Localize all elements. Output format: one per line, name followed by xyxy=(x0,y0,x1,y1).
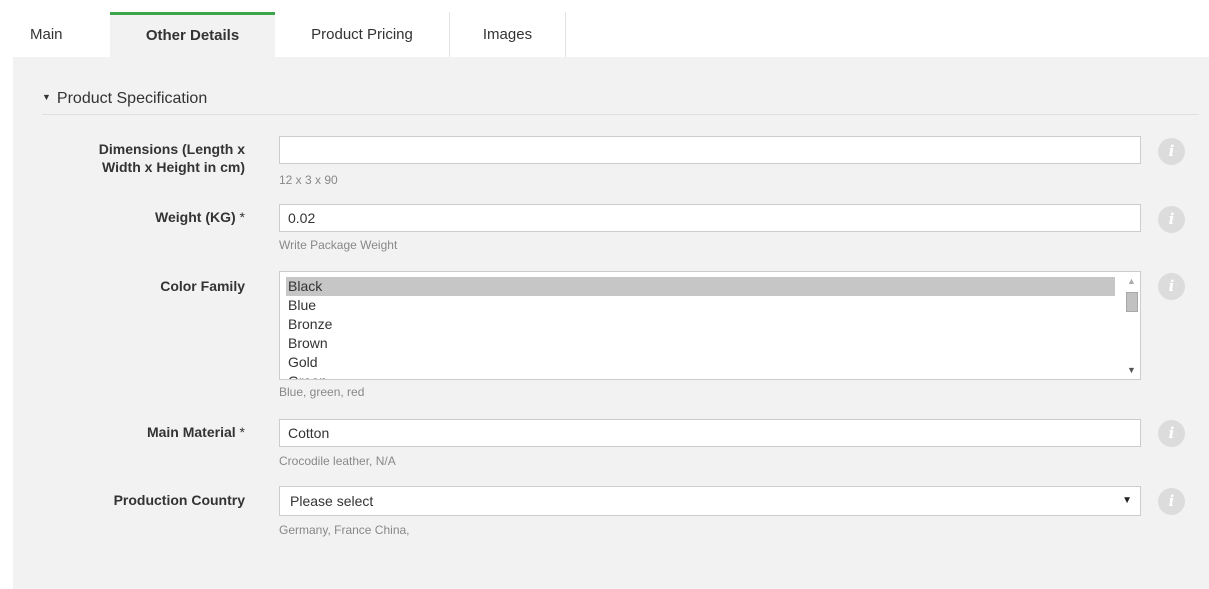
main-material-hint: Crocodile leather, N/A xyxy=(279,454,396,468)
production-country-info-icon[interactable]: i xyxy=(1158,488,1185,515)
weight-label: Weight (KG) * xyxy=(155,208,245,226)
chevron-down-icon: ▼ xyxy=(1122,495,1132,506)
main-material-info-icon[interactable]: i xyxy=(1158,420,1185,447)
production-country-value: Please select xyxy=(290,493,374,509)
product-edit-page: Main Other Details Product Pricing Image… xyxy=(0,0,1209,589)
production-country-select[interactable]: Please select ▼ xyxy=(279,486,1141,516)
dimensions-input[interactable] xyxy=(279,136,1141,164)
tab-other-details[interactable]: Other Details xyxy=(110,12,275,57)
dimensions-label: Dimensions (Length x Width x Height in c… xyxy=(99,140,245,176)
production-country-label: Production Country xyxy=(113,492,245,508)
section-title: Product Specification xyxy=(56,90,208,107)
color-option-gold[interactable]: Gold xyxy=(286,353,1115,372)
listbox-scrollbar[interactable]: ▲ ▼ xyxy=(1123,272,1140,379)
tab-images[interactable]: Images xyxy=(450,12,566,57)
tab-main[interactable]: Main xyxy=(13,12,110,57)
dimensions-label-line2: Width x Height in cm) xyxy=(102,159,245,175)
required-mark: * xyxy=(239,209,245,225)
triangle-down-icon: ▼ xyxy=(42,92,51,102)
scroll-down-arrow-icon[interactable]: ▼ xyxy=(1123,363,1140,377)
color-family-label: Color Family xyxy=(160,278,245,294)
main-material-input[interactable]: Cotton xyxy=(279,419,1141,447)
color-family-listbox[interactable]: Black Blue Bronze Brown Gold Green ▲ ▼ xyxy=(279,271,1141,380)
tab-product-pricing[interactable]: Product Pricing xyxy=(275,12,450,57)
color-family-hint: Blue, green, red xyxy=(279,385,365,399)
weight-hint: Write Package Weight xyxy=(279,238,398,252)
tab-bar: Main Other Details Product Pricing Image… xyxy=(13,12,566,57)
scrollbar-thumb[interactable] xyxy=(1126,292,1138,312)
section-divider xyxy=(42,114,1199,115)
main-material-label: Main Material * xyxy=(147,423,245,441)
color-option-black[interactable]: Black xyxy=(286,277,1115,296)
color-option-brown[interactable]: Brown xyxy=(286,334,1115,353)
color-option-blue[interactable]: Blue xyxy=(286,296,1115,315)
scroll-up-arrow-icon[interactable]: ▲ xyxy=(1123,274,1140,288)
main-material-label-text: Main Material xyxy=(146,424,236,440)
required-mark: * xyxy=(239,424,245,440)
production-country-hint: Germany, France China, xyxy=(279,523,410,537)
weight-input[interactable]: 0.02 xyxy=(279,204,1141,232)
weight-info-icon[interactable]: i xyxy=(1158,206,1185,233)
dimensions-hint: 12 x 3 x 90 xyxy=(279,173,338,187)
color-option-bronze[interactable]: Bronze xyxy=(286,315,1115,334)
color-option-green[interactable]: Green xyxy=(286,372,1115,379)
weight-label-text: Weight (KG) xyxy=(155,209,236,225)
other-details-panel: ▼ Product Specification Dimensions (Lengt… xyxy=(13,57,1209,589)
dimensions-label-line1: Dimensions (Length x xyxy=(98,141,245,157)
color-family-info-icon[interactable]: i xyxy=(1158,273,1185,300)
section-toggle-product-specification[interactable]: ▼ Product Specification xyxy=(42,90,207,108)
dimensions-info-icon[interactable]: i xyxy=(1158,138,1185,165)
